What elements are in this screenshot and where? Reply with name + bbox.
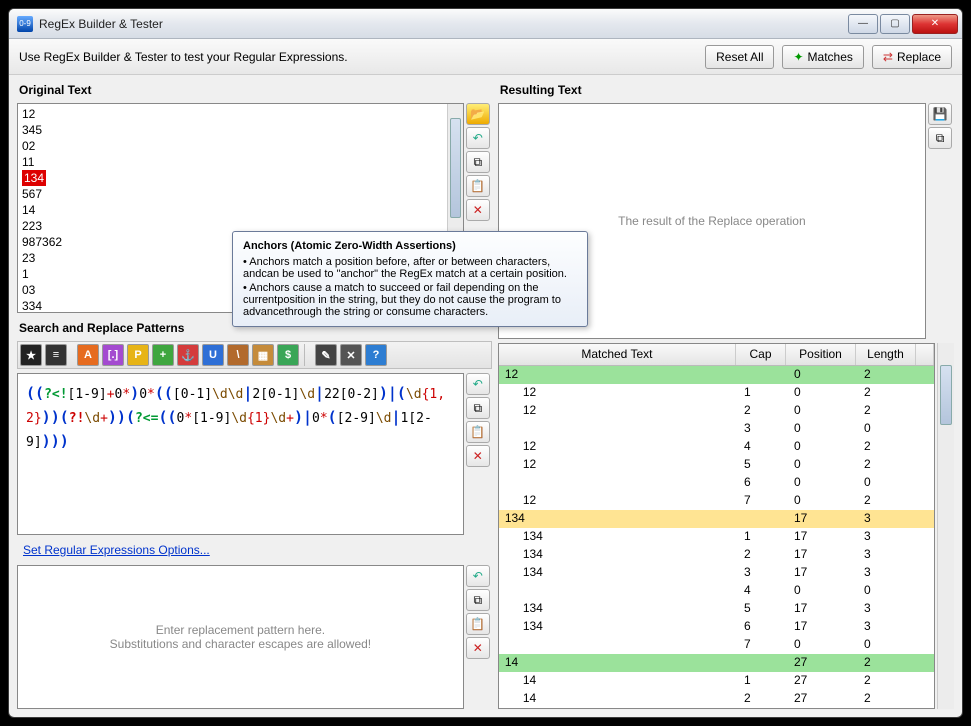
- tooltip-anchors: Anchors (Atomic Zero-Width Assertions) •…: [232, 231, 588, 327]
- tb-char-u[interactable]: U: [202, 344, 224, 366]
- table-row[interactable]: 1343173: [499, 564, 934, 582]
- th-position[interactable]: Position: [786, 344, 856, 365]
- original-line: 02: [22, 138, 459, 154]
- matches-table[interactable]: Matched Text Cap Position Length 1202121…: [498, 343, 935, 709]
- table-row[interactable]: 14272: [499, 654, 934, 672]
- search-pattern-panel[interactable]: ((?<![1-9]+0*)0*(([0-1]\d\d|2[0-1]\d|22[…: [17, 373, 464, 535]
- table-row[interactable]: 142272: [499, 690, 934, 708]
- original-line: 12: [22, 106, 459, 122]
- paste-icon[interactable]: 📋: [466, 421, 490, 443]
- table-row[interactable]: 12402: [499, 438, 934, 456]
- copy-icon[interactable]: ⧉: [466, 151, 490, 173]
- tb-dollar[interactable]: $: [277, 344, 299, 366]
- paste-icon[interactable]: 📋: [466, 175, 490, 197]
- instruction-text: Use RegEx Builder & Tester to test your …: [19, 50, 348, 64]
- original-line: 567: [22, 186, 459, 202]
- close-button[interactable]: ✕: [912, 14, 958, 34]
- table-row[interactable]: 1345173: [499, 600, 934, 618]
- table-row[interactable]: 12202: [499, 402, 934, 420]
- table-row[interactable]: 1202: [499, 366, 934, 384]
- copy-icon[interactable]: ⧉: [466, 589, 490, 611]
- tb-plus[interactable]: +: [152, 344, 174, 366]
- table-row[interactable]: 12702: [499, 492, 934, 510]
- th-scroll: [916, 344, 934, 365]
- window-title: RegEx Builder & Tester: [39, 17, 846, 31]
- paste-icon[interactable]: 📋: [466, 613, 490, 635]
- tb-grid[interactable]: ▦: [252, 344, 274, 366]
- tb-text[interactable]: ≡: [45, 344, 67, 366]
- matches-button[interactable]: ✦Matches: [782, 45, 863, 69]
- tb-slash[interactable]: \: [227, 344, 249, 366]
- original-line: 14: [22, 202, 459, 218]
- undo-icon[interactable]: ↶: [466, 565, 490, 587]
- undo-icon[interactable]: ↶: [466, 127, 490, 149]
- minimize-button[interactable]: —: [848, 14, 878, 34]
- titlebar[interactable]: 0-9 RegEx Builder & Tester — ▢ ✕: [9, 9, 962, 39]
- tb-pencil[interactable]: ✎: [315, 344, 337, 366]
- pattern-toolbar: ★ ≡ A [.] P + ⚓ U \ ▦ $ ✎ ✕ ?: [17, 341, 492, 369]
- tooltip-line2: • Anchors cause a match to succeed or fa…: [243, 282, 577, 318]
- resulting-placeholder: The result of the Replace operation: [541, 214, 882, 228]
- save-icon[interactable]: 💾: [928, 103, 952, 125]
- table-row[interactable]: 12502: [499, 456, 934, 474]
- table-row[interactable]: 700: [499, 636, 934, 654]
- tb-char-a[interactable]: A: [77, 344, 99, 366]
- th-cap[interactable]: Cap: [736, 344, 786, 365]
- table-row[interactable]: 400: [499, 582, 934, 600]
- table-row[interactable]: 12102: [499, 384, 934, 402]
- original-text-label: Original Text: [19, 83, 490, 97]
- table-row[interactable]: 1342173: [499, 546, 934, 564]
- tooltip-title: Anchors (Atomic Zero-Width Assertions): [243, 240, 577, 252]
- tb-char-p[interactable]: P: [127, 344, 149, 366]
- tb-help[interactable]: ?: [365, 344, 387, 366]
- delete-icon[interactable]: ✕: [466, 445, 490, 467]
- table-row[interactable]: 1346173: [499, 618, 934, 636]
- replace-placeholder: Enter replacement pattern here.Substitut…: [62, 623, 418, 651]
- copy-icon[interactable]: ⧉: [466, 397, 490, 419]
- maximize-button[interactable]: ▢: [880, 14, 910, 34]
- table-row[interactable]: 600: [499, 474, 934, 492]
- replace-pattern-panel[interactable]: Enter replacement pattern here.Substitut…: [17, 565, 464, 709]
- undo-icon[interactable]: ↶: [466, 373, 490, 395]
- open-icon[interactable]: 📂: [466, 103, 490, 125]
- regex-options-link[interactable]: Set Regular Expressions Options...: [17, 539, 492, 561]
- tb-anchor[interactable]: ⚓: [177, 344, 199, 366]
- th-matched[interactable]: Matched Text: [499, 344, 736, 365]
- table-row[interactable]: 1341173: [499, 528, 934, 546]
- original-line: 11: [22, 154, 459, 170]
- tooltip-line1: • Anchors match a position before, after…: [243, 256, 577, 280]
- th-length[interactable]: Length: [856, 344, 916, 365]
- resulting-text-label: Resulting Text: [500, 83, 952, 97]
- toolbar: Use RegEx Builder & Tester to test your …: [9, 39, 962, 75]
- tb-star[interactable]: ★: [20, 344, 42, 366]
- table-row[interactable]: 141272: [499, 672, 934, 690]
- reset-all-button[interactable]: Reset All: [705, 45, 774, 69]
- scrollbar[interactable]: [937, 343, 954, 709]
- replace-button[interactable]: ⇄Replace: [872, 45, 952, 69]
- app-icon: 0-9: [17, 16, 33, 32]
- table-row[interactable]: 300: [499, 420, 934, 438]
- table-row[interactable]: 134173: [499, 510, 934, 528]
- tb-tools[interactable]: ✕: [340, 344, 362, 366]
- original-line: 345: [22, 122, 459, 138]
- tb-brackets[interactable]: [.]: [102, 344, 124, 366]
- delete-icon[interactable]: ✕: [466, 637, 490, 659]
- clipboard-icon[interactable]: ⧉: [928, 127, 952, 149]
- delete-icon[interactable]: ✕: [466, 199, 490, 221]
- original-line: 134: [22, 170, 459, 186]
